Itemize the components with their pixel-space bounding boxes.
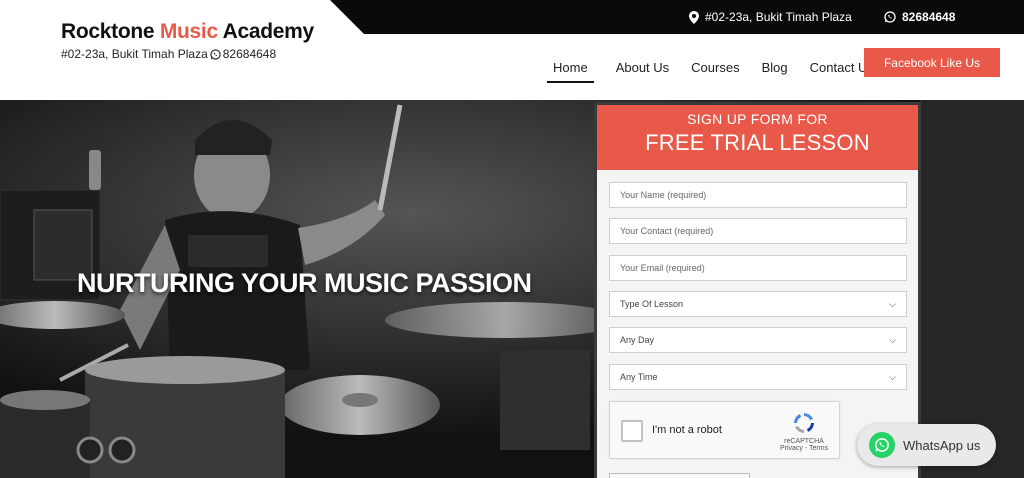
nav-blog[interactable]: Blog: [762, 60, 788, 83]
location-pin-icon: [689, 10, 699, 24]
chevron-down-icon: ⌵: [889, 371, 896, 382]
day-value: Any Day: [620, 335, 655, 345]
nav-about-us[interactable]: About Us: [616, 60, 669, 83]
top-phone[interactable]: 82684648: [884, 10, 955, 24]
brand-name-part1: Rocktone: [61, 20, 160, 43]
recaptcha-widget: I'm not a robot reCAPTCHA Privacy - Term…: [609, 401, 840, 459]
whatsapp-icon: [869, 432, 895, 458]
brand-address: #02-23a, Bukit Timah Plaza: [61, 47, 208, 61]
form-header: SIGN UP FORM FOR FREE TRIAL LESSON: [597, 105, 918, 170]
chevron-down-icon: ⌵: [889, 298, 896, 309]
main-nav: Home About Us Courses Blog Contact Us: [547, 60, 896, 83]
facebook-like-button[interactable]: Facebook Like Us: [864, 48, 1000, 77]
time-value: Any Time: [620, 372, 658, 382]
recaptcha-logo: reCAPTCHA Privacy - Terms: [779, 410, 829, 452]
top-phone-text: 82684648: [902, 10, 956, 24]
form-title-line2: FREE TRIAL LESSON: [645, 130, 870, 155]
brand-contact: #02-23a, Bukit Timah Plaza 82684648: [61, 47, 314, 61]
site-logo-title[interactable]: Rocktone Music Academy: [61, 20, 314, 44]
whatsapp-icon: [210, 48, 221, 60]
top-address-text: #02-23a, Bukit Timah Plaza: [705, 10, 852, 24]
submit-button[interactable]: [609, 473, 750, 478]
recaptcha-links[interactable]: Privacy - Terms: [779, 445, 829, 452]
time-select[interactable]: Any Time ⌵: [609, 364, 907, 390]
name-placeholder: Your Name (required): [620, 190, 707, 200]
lesson-type-value: Type Of Lesson: [620, 299, 684, 309]
email-placeholder: Your Email (required): [620, 263, 705, 273]
brand-phone: 82684648: [222, 47, 277, 61]
recaptcha-checkbox[interactable]: [621, 420, 643, 442]
whatsapp-label: WhatsApp us: [903, 437, 981, 453]
contact-field[interactable]: Your Contact (required): [609, 218, 907, 244]
brand[interactable]: Rocktone Music Academy #02-23a, Bukit Ti…: [61, 20, 314, 61]
recaptcha-brand: reCAPTCHA: [784, 438, 824, 445]
whatsapp-icon: [884, 11, 896, 23]
brand-name-accent: Music: [159, 20, 218, 43]
contact-placeholder: Your Contact (required): [620, 226, 714, 236]
recaptcha-icon: [794, 413, 814, 433]
nav-courses[interactable]: Courses: [691, 60, 739, 83]
hero-headline: NURTURING YOUR MUSIC PASSION: [77, 268, 532, 298]
brand-name-part2: Academy: [217, 20, 315, 43]
day-select[interactable]: Any Day ⌵: [609, 327, 907, 353]
email-field[interactable]: Your Email (required): [609, 255, 907, 281]
lesson-type-select[interactable]: Type Of Lesson ⌵: [609, 291, 907, 317]
name-field[interactable]: Your Name (required): [609, 182, 907, 208]
top-address: #02-23a, Bukit Timah Plaza: [689, 10, 852, 24]
recaptcha-label: I'm not a robot: [652, 424, 722, 436]
form-title-line1: SIGN UP FORM FOR: [687, 111, 828, 127]
signup-form: SIGN UP FORM FOR FREE TRIAL LESSON Your …: [594, 102, 921, 478]
chevron-down-icon: ⌵: [889, 334, 896, 345]
whatsapp-chat-button[interactable]: WhatsApp us: [857, 424, 996, 466]
nav-home[interactable]: Home: [547, 60, 594, 83]
